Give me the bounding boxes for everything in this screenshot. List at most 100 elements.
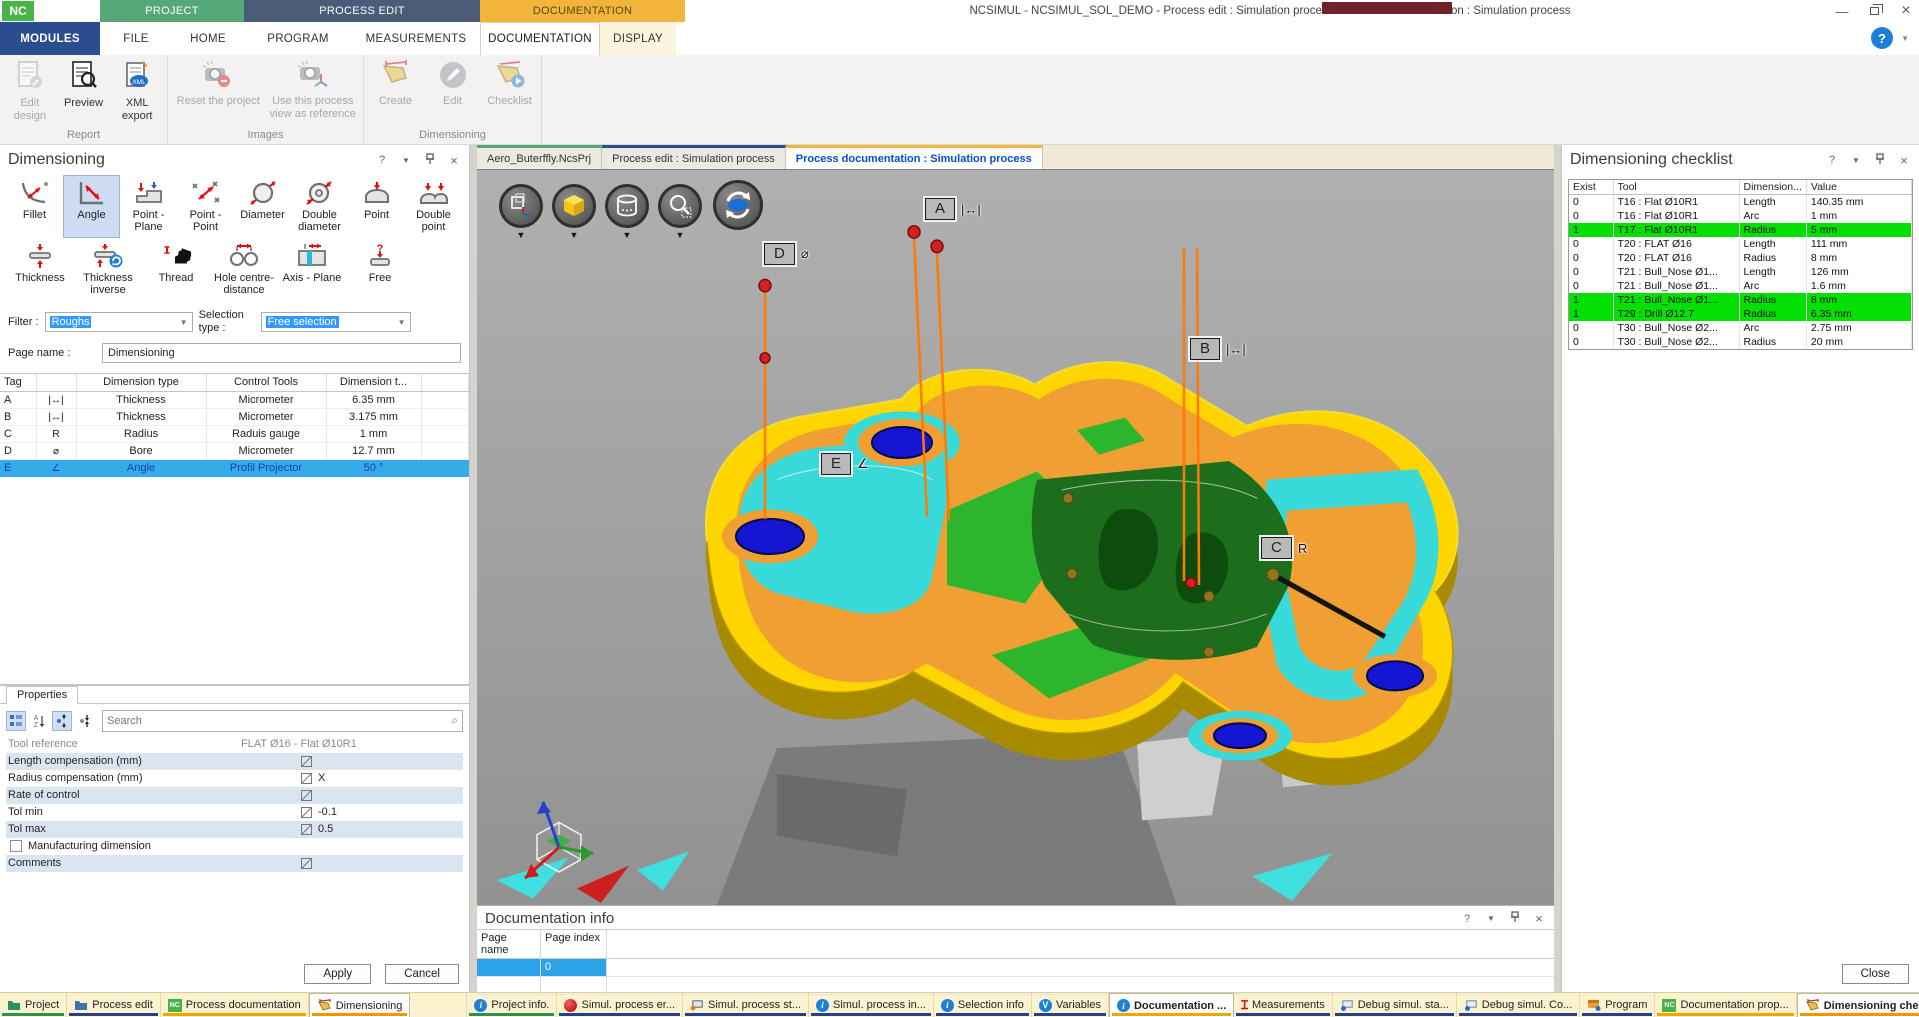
property-row-tool-reference[interactable]: Tool referenceFLAT Ø16 - Flat Ø10R1 xyxy=(6,736,463,753)
taskbar-item-simul-process-errors[interactable]: Simul. process er... xyxy=(557,993,683,1017)
taskbar-item-project-info[interactable]: i Project info. xyxy=(466,993,557,1017)
property-row-tol-max[interactable]: Tol max0.5 xyxy=(6,821,463,838)
view-orientation-button[interactable] xyxy=(499,184,543,228)
tab-home[interactable]: HOME xyxy=(172,22,244,55)
taskbar-item-documentation-properties[interactable]: NC Documentation prop... xyxy=(1655,993,1796,1017)
checklist-row[interactable]: 0T20 : FLAT Ø16Radius8 mm xyxy=(1569,251,1912,265)
categorized-view-icon[interactable] xyxy=(6,711,26,731)
tab-program[interactable]: PROGRAM xyxy=(244,22,352,55)
property-row-length-compensation[interactable]: Length compensation (mm) xyxy=(6,753,463,770)
tab-measurements[interactable]: MEASUREMENTS xyxy=(352,22,480,55)
taskbar-item-project[interactable]: Project xyxy=(0,993,67,1017)
tool-thickness-inverse[interactable]: Thickness inverse xyxy=(74,238,142,301)
checklist-row-passed[interactable]: 1T29 : Drill Ø12.7Radius6.35 mm xyxy=(1569,307,1912,321)
property-row-tol-min[interactable]: Tol min-0.1 xyxy=(6,804,463,821)
render-mode-dropdown[interactable]: ▼ xyxy=(564,230,584,240)
taskbar-item-dimensioning-checklist[interactable]: Dimensioning checkl... xyxy=(1797,993,1919,1017)
panel-menu-icon[interactable]: ▼ xyxy=(1484,914,1498,923)
col-page-index[interactable]: Page index xyxy=(541,930,607,958)
table-row-E-selected[interactable]: E∠ AngleProfil Projector50 ° xyxy=(0,460,469,477)
tool-fillet[interactable]: Fillet xyxy=(6,175,63,238)
create-dimension-button[interactable]: Create xyxy=(368,57,423,129)
3d-viewport[interactable]: ▼ ▼ ▼ ▼ A |↔| xyxy=(477,169,1554,905)
checklist-row[interactable]: 0T30 : Bull_Nose Ø2...Radius20 mm xyxy=(1569,335,1912,349)
panel-menu-icon[interactable]: ▼ xyxy=(1849,156,1863,165)
panel-help-icon[interactable]: ? xyxy=(375,154,389,166)
reset-project-button[interactable]: Reset the project xyxy=(172,57,265,129)
tool-free[interactable]: ? Free xyxy=(346,238,414,301)
formula-icon[interactable] xyxy=(301,858,312,869)
formula-icon[interactable] xyxy=(301,790,312,801)
expand-rows-icon[interactable] xyxy=(52,711,72,731)
checklist-row[interactable]: 0T16 : Flat Ø10R1Arc1 mm xyxy=(1569,209,1912,223)
zoom-tool-button[interactable] xyxy=(658,184,702,228)
tool-axis-plane[interactable]: Axis - Plane xyxy=(278,238,346,301)
manufacturing-dimension-checkbox[interactable] xyxy=(10,840,22,852)
col-tag[interactable]: Tag xyxy=(0,374,36,392)
taskbar-item-debug-simul-co[interactable]: Debug simul. Co... xyxy=(1457,993,1580,1017)
render-mode-button[interactable] xyxy=(552,184,596,228)
chevron-down-icon[interactable]: ▼ xyxy=(180,318,188,327)
panel-help-icon[interactable]: ? xyxy=(1460,913,1474,925)
marker-A[interactable]: A |↔| xyxy=(925,198,981,220)
tool-angle[interactable]: Angle xyxy=(63,175,120,238)
taskbar-item-variables[interactable]: V Variables xyxy=(1032,993,1109,1017)
panel-splitter[interactable] xyxy=(470,145,477,992)
close-button[interactable]: Close xyxy=(1842,964,1909,984)
use-view-reference-button[interactable]: Use this process view as reference xyxy=(267,57,360,129)
chevron-down-icon[interactable]: ▼ xyxy=(398,318,406,327)
tool-double-diameter[interactable]: Double diameter xyxy=(291,175,348,238)
properties-tab[interactable]: Properties xyxy=(6,686,78,704)
tab-file[interactable]: FILE xyxy=(100,22,172,55)
col-dimension-type[interactable]: Dimension type xyxy=(76,374,206,392)
formula-icon[interactable] xyxy=(301,756,312,767)
contextual-group-process-edit[interactable]: PROCESS EDIT xyxy=(244,0,480,22)
col-dimension[interactable]: Dimension... xyxy=(1739,180,1806,195)
panel-close-icon[interactable]: × xyxy=(1897,153,1911,168)
taskbar-item-measurements[interactable]: Ɪ Measurements xyxy=(1234,993,1332,1017)
property-row-rate-of-control[interactable]: Rate of control xyxy=(6,787,463,804)
tool-thread[interactable]: Thread xyxy=(142,238,210,301)
contextual-group-project[interactable]: PROJECT xyxy=(100,0,244,22)
tool-diameter[interactable]: Diameter xyxy=(234,175,291,238)
help-dropdown-icon[interactable]: ▼ xyxy=(1901,34,1909,43)
panel-pin-icon[interactable] xyxy=(1508,911,1522,926)
table-row-D[interactable]: D⌀ BoreMicrometer12.7 mm xyxy=(0,443,469,460)
minimize-icon[interactable]: — xyxy=(1833,2,1851,20)
formula-icon[interactable] xyxy=(301,824,312,835)
page-name-input[interactable] xyxy=(102,343,461,363)
checklist-row[interactable]: 0T16 : Flat Ø10R1Length140.35 mm xyxy=(1569,195,1912,210)
close-icon[interactable]: × xyxy=(1897,2,1915,20)
taskbar-item-selection-info[interactable]: i Selection info xyxy=(934,993,1032,1017)
property-row-radius-compensation[interactable]: Radius compensation (mm)X xyxy=(6,770,463,787)
tab-modules[interactable]: MODULES xyxy=(0,22,100,55)
help-icon[interactable]: ? xyxy=(1871,27,1893,49)
filter-combobox[interactable]: Roughs▼ xyxy=(45,312,193,332)
property-search-box[interactable]: ⌕ xyxy=(102,710,463,732)
tool-hole-centre-distance[interactable]: Hole centre-distance xyxy=(210,238,278,301)
property-row-comments[interactable]: Comments xyxy=(6,855,463,872)
stock-display-button[interactable] xyxy=(605,184,649,228)
taskbar-item-simul-process-info[interactable]: i Simul. process in... xyxy=(809,993,934,1017)
col-exist[interactable]: Exist xyxy=(1569,180,1613,195)
col-control-tools[interactable]: Control Tools xyxy=(206,374,326,392)
formula-icon[interactable] xyxy=(301,773,312,784)
tab-process-documentation[interactable]: Process documentation : Simulation proce… xyxy=(786,145,1043,169)
edit-dimension-button[interactable]: Edit xyxy=(425,57,480,129)
col-tool[interactable]: Tool xyxy=(1613,180,1739,195)
contextual-group-documentation[interactable]: DOCUMENTATION xyxy=(480,0,685,22)
cancel-button[interactable]: Cancel xyxy=(385,964,459,984)
marker-E[interactable]: E ∠ xyxy=(821,453,869,475)
tab-documentation[interactable]: DOCUMENTATION xyxy=(480,22,600,55)
col-icon[interactable] xyxy=(36,374,76,392)
taskbar-item-dimensioning[interactable]: Dimensioning xyxy=(309,993,411,1017)
selection-type-combobox[interactable]: Free selection▼ xyxy=(261,312,411,332)
alphabetical-sort-icon[interactable]: AZ xyxy=(29,711,49,731)
panel-close-icon[interactable]: × xyxy=(447,153,461,168)
taskbar-item-simul-process-status[interactable]: Simul. process st... xyxy=(683,993,809,1017)
view-orientation-dropdown[interactable]: ▼ xyxy=(511,230,531,240)
tab-project-file[interactable]: Aero_Buterffly.NcsPrj xyxy=(477,145,602,169)
apply-button[interactable]: Apply xyxy=(304,964,371,984)
zoom-tool-dropdown[interactable]: ▼ xyxy=(670,230,690,240)
col-page-name[interactable]: Page name xyxy=(477,930,541,958)
